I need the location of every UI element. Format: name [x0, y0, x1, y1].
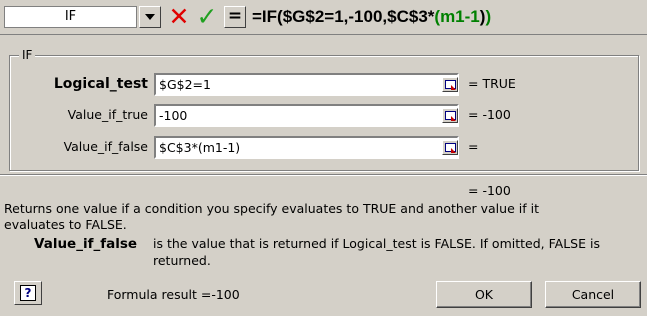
ok-button[interactable]: OK: [436, 281, 532, 308]
formula-bar: IF ✕ ✓ = =IF($G$2=1,-100,$C$3*(m1-1)): [0, 0, 647, 34]
argument-help-name: Value_if_false: [34, 236, 138, 252]
help-button[interactable]: ?: [14, 281, 42, 305]
collapse-dialog-button[interactable]: [442, 77, 458, 92]
edit-formula-button[interactable]: =: [224, 6, 246, 28]
chevron-down-icon: [145, 14, 155, 20]
argument-help-line-2: returned.: [153, 253, 211, 268]
function-description-line-2: evaluates to FALSE.: [4, 217, 127, 232]
formula-result: Formula result =-100: [107, 287, 240, 302]
collapse-dialog-button[interactable]: [442, 108, 458, 123]
check-icon: ✓: [196, 2, 218, 31]
formula-text-close-highlight: ): [485, 7, 492, 26]
formula-input[interactable]: =IF($G$2=1,-100,$C$3*(m1-1)): [252, 5, 491, 29]
enter-formula-button[interactable]: ✓: [194, 2, 220, 32]
value-if-false-input[interactable]: $C$3*(m1-1): [154, 136, 459, 159]
argument-help-line-1: is the value that is returned if Logical…: [153, 236, 600, 251]
value-if-true-label: Value_if_true: [67, 107, 148, 122]
value-if-false-label: Value_if_false: [63, 139, 148, 154]
function-description-line-1: Returns one value if a condition you spe…: [4, 201, 539, 216]
overall-result: = -100: [468, 183, 511, 198]
logical-test-input[interactable]: $G$2=1: [154, 73, 459, 96]
formula-text: =IF($G$2=1,-100,$C$3*: [252, 7, 435, 26]
close-icon: ✕: [168, 2, 190, 31]
collapse-dialog-button[interactable]: [442, 140, 458, 155]
name-box[interactable]: IF: [4, 6, 137, 28]
value-if-true-input[interactable]: -100: [154, 104, 459, 127]
value-if-false-result: =: [468, 139, 479, 154]
cancel-button[interactable]: Cancel: [545, 281, 641, 308]
cancel-formula-button[interactable]: ✕: [166, 2, 192, 32]
separator: [0, 174, 647, 176]
group-title: IF: [19, 47, 36, 63]
arrow-icon: [451, 85, 456, 90]
arrow-icon: [451, 148, 456, 153]
name-box-dropdown-button[interactable]: [139, 6, 161, 28]
help-icon: ?: [20, 285, 36, 301]
logical-test-label: Logical_test: [53, 76, 148, 92]
arrow-icon: [451, 116, 456, 121]
formula-text-highlight: (m1-1: [434, 7, 480, 26]
logical-test-result: = TRUE: [468, 76, 516, 91]
value-if-true-result: = -100: [468, 107, 511, 122]
